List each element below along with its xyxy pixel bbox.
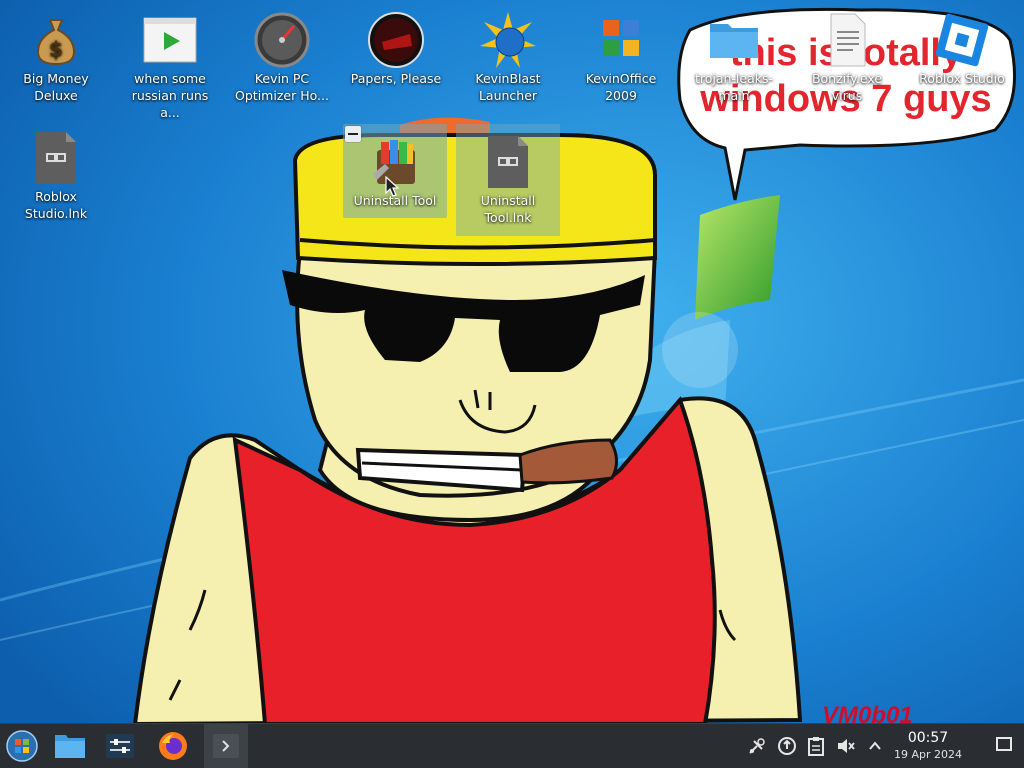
start-menu-button[interactable] xyxy=(0,724,44,768)
settings-sliders-icon xyxy=(106,734,134,758)
deselect-button[interactable] xyxy=(345,126,361,142)
firefox-icon xyxy=(159,732,187,760)
desktop-icon-big-money-deluxe[interactable]: $ Big Money Deluxe xyxy=(4,2,108,104)
updates-icon xyxy=(778,737,796,755)
taskbar: 00:57 19 Apr 2024 xyxy=(0,723,1024,768)
terminal-icon xyxy=(213,734,239,758)
link-file-icon xyxy=(480,134,536,190)
desktop-icon-roblox-studio-lnk[interactable]: Roblox Studio.lnk xyxy=(4,120,108,222)
icon-label: Roblox Studio xyxy=(919,71,1005,86)
folder-icon xyxy=(55,735,85,758)
icon-label: Roblox Studio.lnk xyxy=(24,189,88,221)
speedometer-icon xyxy=(254,12,310,68)
icon-label: KevinBlast Launcher xyxy=(475,71,541,103)
file-manager-button[interactable] xyxy=(48,724,92,768)
desktop-icon-kevinblast-launcher[interactable]: KevinBlast Launcher xyxy=(456,2,560,104)
show-desktop-button[interactable] xyxy=(996,737,1012,751)
clock-date: 19 Apr 2024 xyxy=(893,748,962,761)
clipboard-icon xyxy=(808,737,824,756)
icon-label: trojan-leaks-main xyxy=(694,71,774,103)
svg-text:$: $ xyxy=(49,37,63,61)
folder-icon xyxy=(706,12,762,68)
icon-label: when some russian runs a... xyxy=(131,71,209,120)
roblox-studio-icon xyxy=(934,12,990,68)
windows-orb-icon xyxy=(6,730,38,762)
icon-label: KevinOffice 2009 xyxy=(585,71,657,103)
icon-label: Kevin PC Optimizer Ho... xyxy=(235,71,329,103)
tray-network-tool[interactable] xyxy=(745,734,769,758)
desktop-icon-roblox-studio[interactable]: Roblox Studio xyxy=(910,2,1014,87)
desktop-icon-papers-please[interactable]: Papers, Please xyxy=(344,2,448,87)
icon-label: Big Money Deluxe xyxy=(23,71,89,103)
tray-updates[interactable] xyxy=(775,734,799,758)
desktop-icon-trojan-leaks-main[interactable]: trojan-leaks-main xyxy=(682,2,786,104)
tray-expand[interactable] xyxy=(863,734,887,758)
globe-burst-icon xyxy=(480,12,536,68)
desktop-icon-bonzify-virus[interactable]: Bonzify.exe virus xyxy=(795,2,899,104)
mouse-cursor-icon xyxy=(385,176,399,197)
tray-volume[interactable] xyxy=(834,734,858,758)
icon-label: Papers, Please xyxy=(350,71,442,86)
money-bag-icon: $ xyxy=(28,12,84,68)
network-tool-icon xyxy=(749,738,765,754)
video-file-icon xyxy=(142,12,198,68)
tray-clipboard[interactable] xyxy=(804,734,828,758)
desktop-icon-uninstall-tool-lnk[interactable]: Uninstall Tool.lnk xyxy=(456,124,560,236)
volume-muted-icon xyxy=(838,739,855,753)
icon-label: Uninstall Tool.lnk xyxy=(480,193,536,225)
clock-time: 00:57 xyxy=(907,730,949,746)
desktop-icon-kevin-pc-optimizer[interactable]: Kevin PC Optimizer Ho... xyxy=(230,2,334,104)
firefox-button[interactable] xyxy=(151,724,195,768)
text-file-icon xyxy=(819,12,875,68)
terminal-button[interactable] xyxy=(204,724,248,768)
icon-label: Bonzify.exe virus xyxy=(811,71,883,103)
desktop-icon-russian-video[interactable]: when some russian runs a... xyxy=(118,2,222,121)
expand-tray-icon xyxy=(869,741,881,750)
desktop-icon-kevinoffice-2009[interactable]: KevinOffice 2009 xyxy=(569,2,673,104)
papers-please-icon xyxy=(368,12,424,68)
office-logo-icon xyxy=(593,12,649,68)
taskbar-clock[interactable]: 00:57 19 Apr 2024 xyxy=(888,730,968,762)
link-file-icon xyxy=(28,130,84,186)
system-settings-button[interactable] xyxy=(98,724,142,768)
